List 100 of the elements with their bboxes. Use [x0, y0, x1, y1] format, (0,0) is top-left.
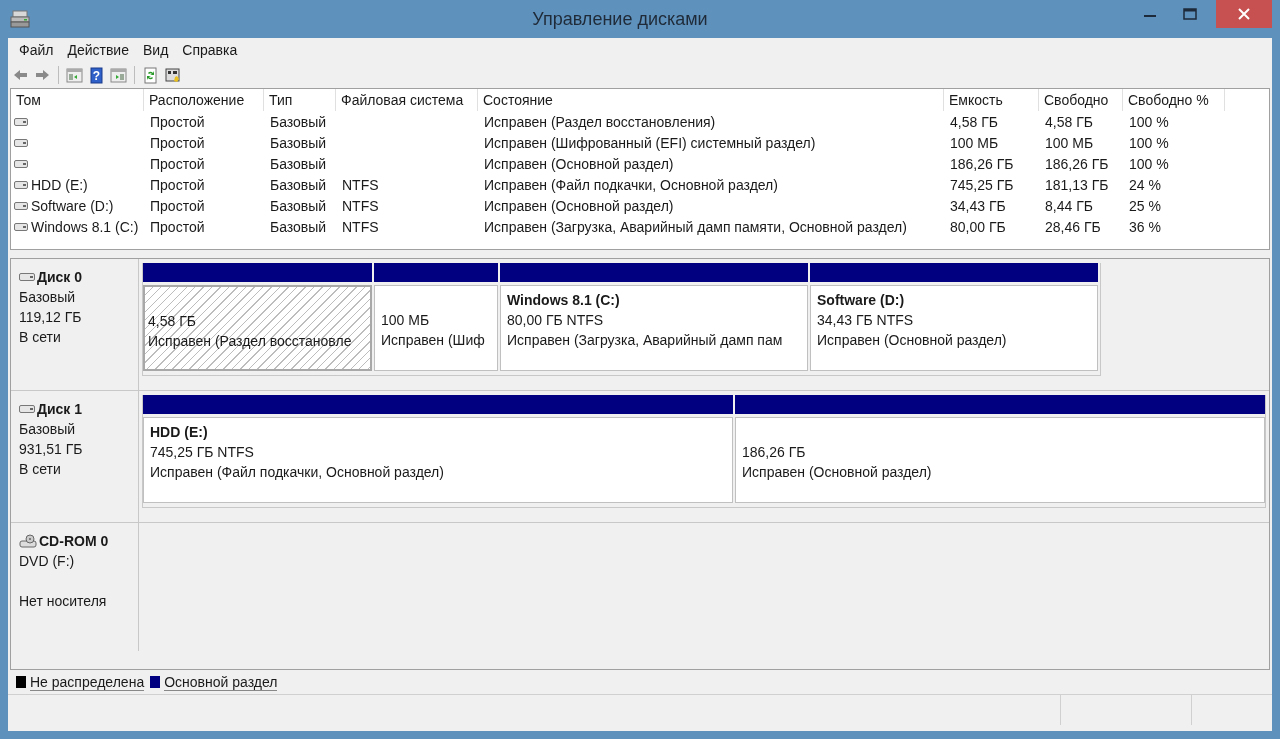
disk-name: CD-ROM 0 — [39, 533, 109, 549]
disk-name: Диск 1 — [37, 401, 83, 417]
disk-detail: Базовый — [19, 288, 77, 307]
disk-detail: Нет носителя — [19, 592, 108, 611]
table-cell: Базовый — [270, 134, 327, 151]
menu-item[interactable]: Справка — [175, 42, 245, 58]
column-header[interactable]: Емкость — [944, 89, 1039, 111]
disk-detail: DVD (F:) — [19, 552, 76, 571]
table-cell: Исправен (Основной раздел) — [484, 155, 674, 172]
window-title: Управление дисками — [531, 8, 709, 30]
table-cell: HDD (E:) — [31, 176, 88, 193]
column-header[interactable]: Расположение — [144, 89, 264, 111]
table-cell: 34,43 ГБ — [950, 197, 1006, 214]
cd-drive-icon — [19, 534, 37, 548]
table-cell: 100 МБ — [1045, 134, 1094, 151]
partition-size: 745,25 ГБ NTFS — [150, 443, 255, 462]
column-header[interactable]: Файловая система — [336, 89, 478, 111]
table-cell: Базовый — [270, 113, 327, 130]
drive-icon — [14, 222, 28, 231]
close-button[interactable] — [1216, 0, 1272, 28]
column-header[interactable]: Состояние — [478, 89, 944, 111]
partition-status: Исправен (Раздел восстановле — [148, 332, 353, 351]
maximize-icon — [1183, 8, 1197, 20]
table-cell: 80,00 ГБ — [950, 218, 1006, 235]
disk-detail: 931,51 ГБ — [19, 440, 84, 459]
partition-status: Исправен (Файл подкачки, Основной раздел) — [150, 463, 445, 482]
table-cell: Исправен (Основной раздел) — [484, 197, 674, 214]
table-cell: NTFS — [342, 176, 379, 193]
partition-status: Исправен (Загрузка, Аварийный дамп пам — [507, 331, 784, 350]
partition-size: 34,43 ГБ NTFS — [817, 311, 915, 330]
menu-item[interactable]: Действие — [60, 42, 136, 58]
partition-name: HDD (E:) — [150, 423, 209, 442]
table-cell: 25 % — [1129, 197, 1161, 214]
drive-icon — [19, 405, 35, 413]
table-cell: Базовый — [270, 218, 327, 235]
partition-size: 80,00 ГБ NTFS — [507, 311, 605, 330]
partition-status: Исправен (Основной раздел) — [742, 463, 933, 482]
table-cell: NTFS — [342, 218, 379, 235]
drive-icon — [14, 138, 28, 147]
table-cell: Простой — [150, 113, 205, 130]
drive-icon — [14, 180, 28, 189]
close-icon — [1238, 8, 1250, 20]
column-header[interactable]: Том — [11, 89, 144, 111]
table-cell: 4,58 ГБ — [1045, 113, 1093, 130]
disk-detail: В сети — [19, 460, 62, 479]
table-cell: 100 МБ — [950, 134, 999, 151]
table-cell: 8,44 ГБ — [1045, 197, 1093, 214]
table-cell: Software (D:) — [31, 197, 114, 214]
refresh-icon[interactable] — [142, 66, 159, 84]
table-cell: 100 % — [1129, 113, 1169, 130]
disk-drive-icon[interactable] — [10, 10, 30, 28]
disk-detail: В сети — [19, 328, 62, 347]
table-cell: Простой — [150, 155, 205, 172]
menu-item[interactable]: Файл — [12, 42, 61, 58]
table-cell: 24 % — [1129, 176, 1161, 193]
partition-size: 100 МБ — [381, 311, 431, 330]
table-cell: Исправен (Загрузка, Аварийный дамп памяти, Основной раздел) — [484, 218, 907, 235]
column-header[interactable]: Свободно % — [1123, 89, 1225, 111]
table-cell: 186,26 ГБ — [950, 155, 1014, 172]
column-header[interactable]: Тип — [264, 89, 336, 111]
window-panel-icon[interactable] — [110, 66, 127, 84]
legend-label: Не распределена — [30, 673, 145, 691]
drive-icon — [14, 117, 28, 126]
table-cell: 4,58 ГБ — [950, 113, 998, 130]
partition-size: 4,58 ГБ — [148, 312, 197, 331]
table-cell: 28,46 ГБ — [1045, 218, 1101, 235]
table-cell: 100 % — [1129, 155, 1169, 172]
drive-icon — [14, 159, 28, 168]
table-cell: Windows 8.1 (C:) — [31, 218, 139, 235]
table-cell: Исправен (Раздел восстановления) — [484, 113, 716, 130]
disk-detail: 119,12 ГБ — [19, 308, 83, 327]
properties-icon[interactable] — [164, 66, 181, 84]
table-cell: Базовый — [270, 155, 327, 172]
table-cell: Простой — [150, 197, 205, 214]
drive-icon — [14, 201, 28, 210]
table-cell: 181,13 ГБ — [1045, 176, 1109, 193]
window-panel-icon[interactable] — [66, 66, 83, 84]
table-cell: Исправен (Шифрованный (EFI) системный раздел) — [484, 134, 816, 151]
table-cell: Базовый — [270, 176, 327, 193]
table-cell: 186,26 ГБ — [1045, 155, 1109, 172]
table-cell: 36 % — [1129, 218, 1161, 235]
table-cell: 100 % — [1129, 134, 1169, 151]
table-cell: Простой — [150, 134, 205, 151]
partition-name: Software (D:) — [817, 291, 906, 310]
partition-size: 186,26 ГБ — [742, 443, 807, 462]
table-cell: Простой — [150, 218, 205, 235]
partition-status: Исправен (Шиф — [381, 331, 486, 350]
disk-detail: Базовый — [19, 420, 77, 439]
legend-label: Основной раздел — [164, 673, 278, 691]
partition-name: Windows 8.1 (C:) — [507, 291, 621, 310]
column-header[interactable]: Свободно — [1039, 89, 1123, 111]
partition-status: Исправен (Основной раздел) — [817, 331, 1008, 350]
table-cell: 745,25 ГБ — [950, 176, 1014, 193]
table-cell: Исправен (Файл подкачки, Основной раздел) — [484, 176, 778, 193]
help-icon[interactable]: ? — [88, 66, 105, 84]
table-cell: NTFS — [342, 197, 379, 214]
menu-item[interactable]: Вид — [135, 42, 176, 58]
drive-icon — [19, 273, 35, 281]
disk-name: Диск 0 — [37, 269, 83, 285]
table-cell: Простой — [150, 176, 205, 193]
